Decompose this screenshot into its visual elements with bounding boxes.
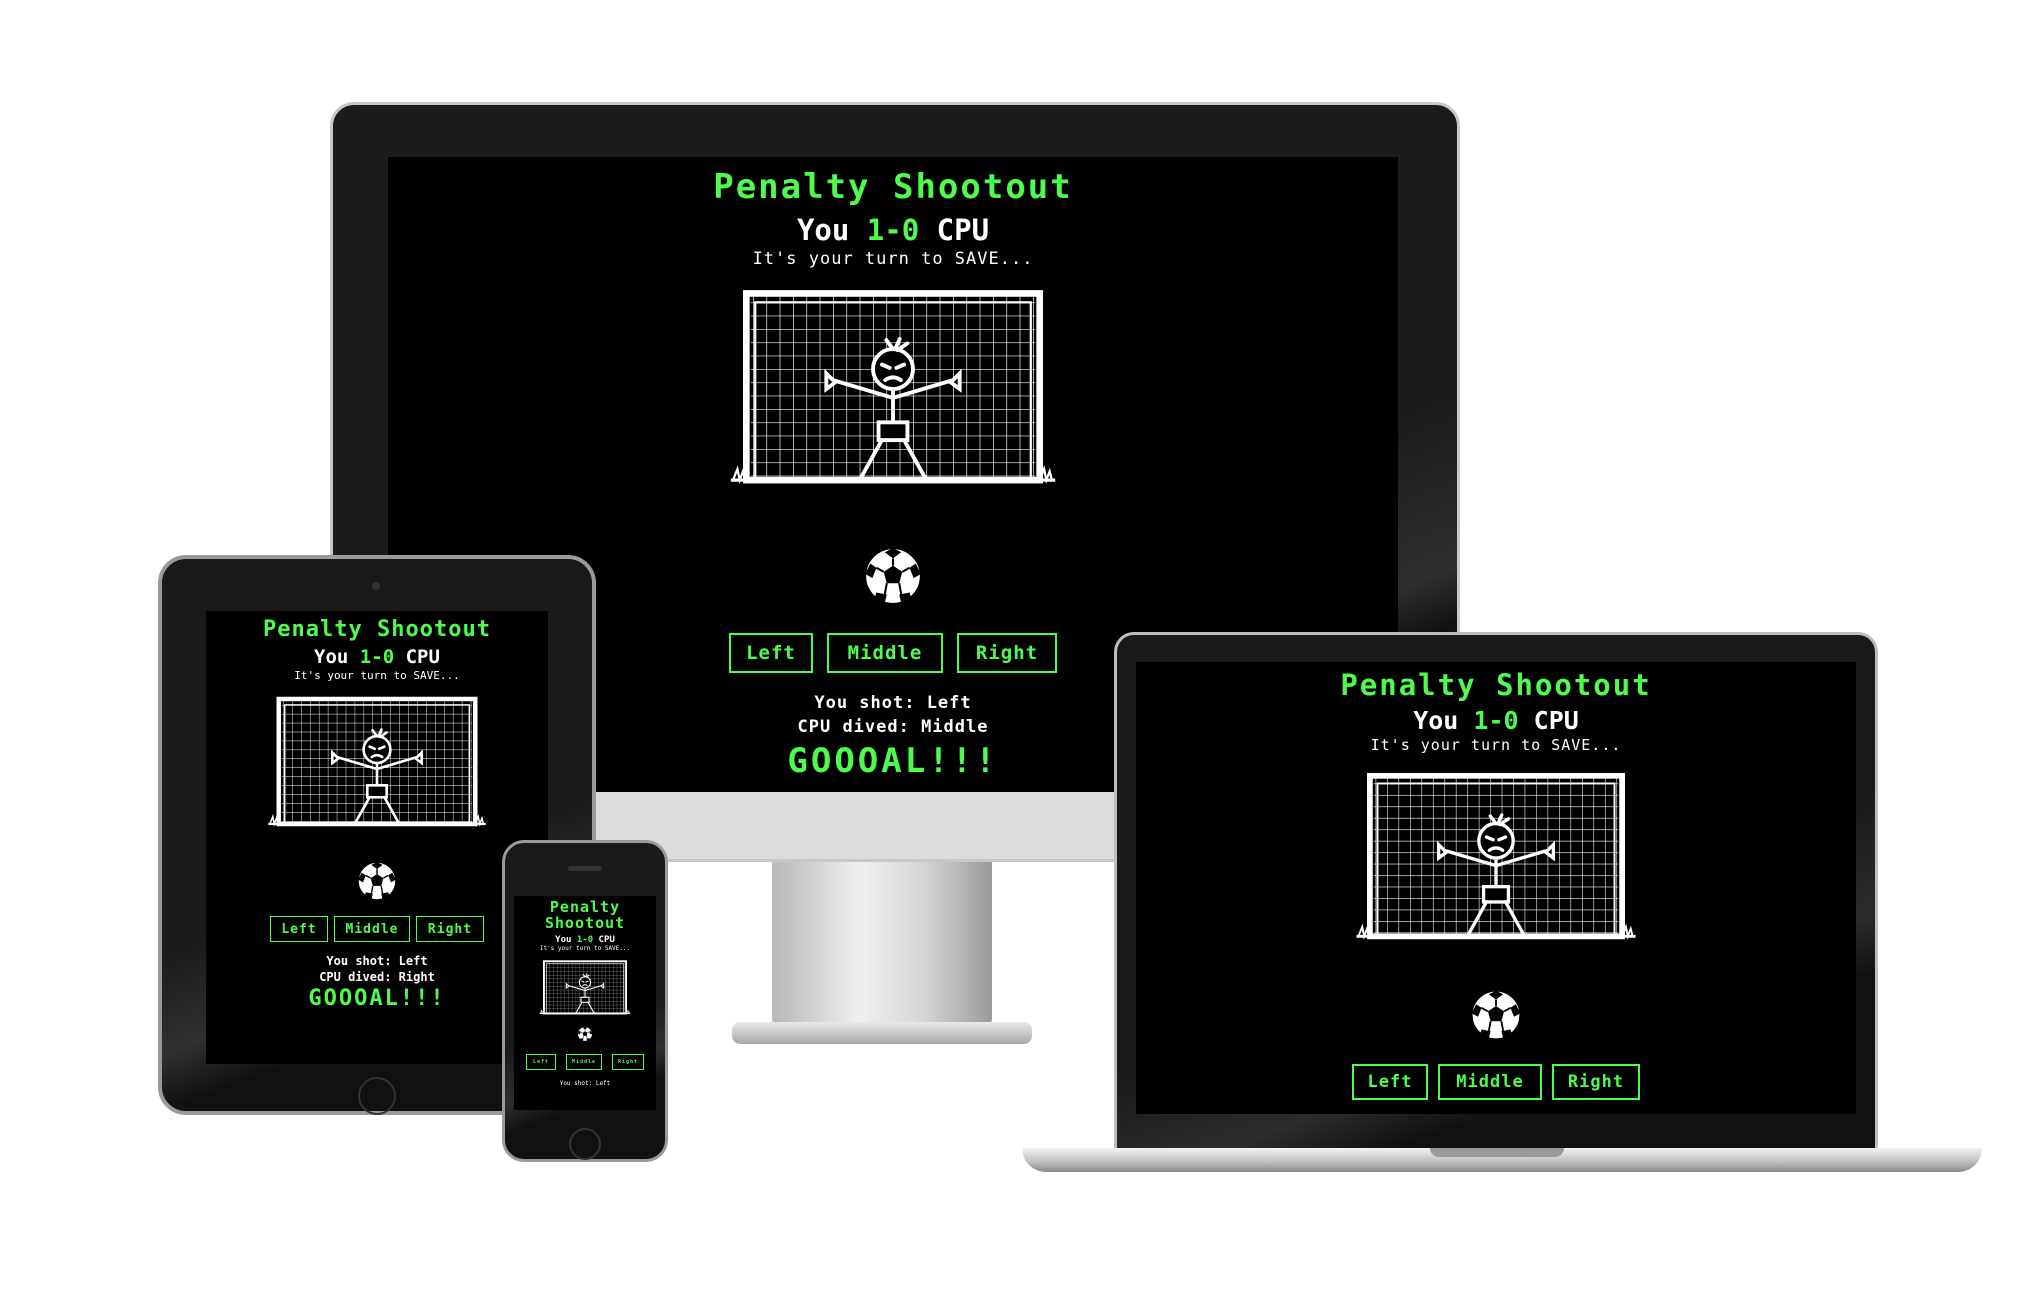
result-shot: You shot: Left [559, 1080, 611, 1087]
score-cpu-label: CPU [405, 646, 440, 668]
game-title: Penalty Shootout [263, 617, 491, 642]
left-button[interactable]: Left [270, 916, 328, 942]
game-title: Penalty Shootout [1340, 668, 1652, 702]
football-icon[interactable] [1469, 988, 1523, 1042]
scoreboard: You 1-0 CPU [314, 646, 440, 668]
goal-net-icon [253, 696, 501, 830]
right-button[interactable]: Right [1552, 1064, 1640, 1100]
result-cpu-dive: CPU dived: Right [319, 970, 435, 984]
football-icon[interactable] [862, 545, 924, 607]
middle-button[interactable]: Middle [827, 633, 943, 673]
score-cpu-label: CPU [1533, 706, 1579, 735]
shot-button-group: Left Middle Right [526, 1054, 644, 1070]
phone-device: Penalty Shootout You 1-0 CPU It's your t… [502, 840, 672, 1165]
scoreboard: You 1-0 CPU [555, 935, 615, 945]
result-shot: You shot: Left [814, 693, 972, 713]
tablet-screen: Penalty Shootout You 1-0 CPU It's your t… [206, 611, 548, 1064]
tablet-camera [372, 582, 380, 590]
laptop-device: Penalty Shootout You 1-0 CPU It's your t… [1022, 632, 1982, 1192]
goal-net-icon [707, 289, 1079, 489]
turn-message: It's your turn to SAVE... [539, 945, 631, 952]
result-goal: GOOOAL!!! [787, 741, 999, 781]
result-shot: You shot: Left [326, 954, 428, 968]
phone-speaker [568, 866, 602, 871]
left-button[interactable]: Left [526, 1054, 556, 1070]
shot-button-group: Left Middle Right [270, 916, 484, 942]
middle-button[interactable]: Middle [1438, 1064, 1542, 1100]
left-button[interactable]: Left [1352, 1064, 1428, 1100]
laptop-screen: Penalty Shootout You 1-0 CPU It's your t… [1136, 662, 1856, 1114]
score-you-label: You [314, 646, 349, 668]
right-button[interactable]: Right [416, 916, 484, 942]
scoreboard: You 1-0 CPU [797, 213, 989, 247]
score-value: 1-0 [359, 646, 395, 668]
game-title-line-1: Penalty [549, 898, 621, 916]
score-value: 1-0 [866, 213, 920, 247]
turn-message: It's your turn to SAVE... [1370, 736, 1622, 754]
laptop-notch [1430, 1148, 1564, 1157]
result-goal: GOOOAL!!! [308, 986, 446, 1011]
football-icon[interactable] [356, 860, 398, 902]
game-title: Penalty Shootout [713, 167, 1073, 207]
monitor-base [732, 1022, 1032, 1044]
monitor-stand [772, 842, 992, 1032]
turn-message: It's your turn to SAVE... [752, 249, 1034, 269]
football-icon[interactable] [577, 1026, 593, 1042]
turn-message: It's your turn to SAVE... [294, 669, 460, 682]
shot-button-group: Left Middle Right [729, 633, 1057, 673]
score-value: 1-0 [1473, 706, 1519, 735]
game-title-line-2: Shootout [544, 914, 626, 932]
score-cpu-label: CPU [598, 935, 615, 945]
score-you-label: You [1413, 706, 1459, 735]
phone-screen: Penalty Shootout You 1-0 CPU It's your t… [514, 896, 656, 1110]
middle-button[interactable]: Middle [334, 916, 410, 942]
right-button[interactable]: Right [612, 1054, 644, 1070]
phone-home-button[interactable] [569, 1128, 601, 1160]
score-value: 1-0 [576, 935, 594, 945]
tablet-home-button[interactable] [358, 1077, 396, 1115]
scoreboard: You 1-0 CPU [1413, 706, 1579, 735]
score-you-label: You [555, 935, 572, 945]
result-cpu-dive: CPU dived: Middle [797, 717, 989, 737]
shot-button-group: Left Middle Right [1352, 1064, 1640, 1100]
score-you-label: You [796, 213, 850, 247]
score-cpu-label: CPU [936, 213, 990, 247]
left-button[interactable]: Left [729, 633, 813, 673]
goal-net-icon [1335, 772, 1657, 944]
middle-button[interactable]: Middle [566, 1054, 602, 1070]
goal-net-icon [534, 960, 636, 1016]
